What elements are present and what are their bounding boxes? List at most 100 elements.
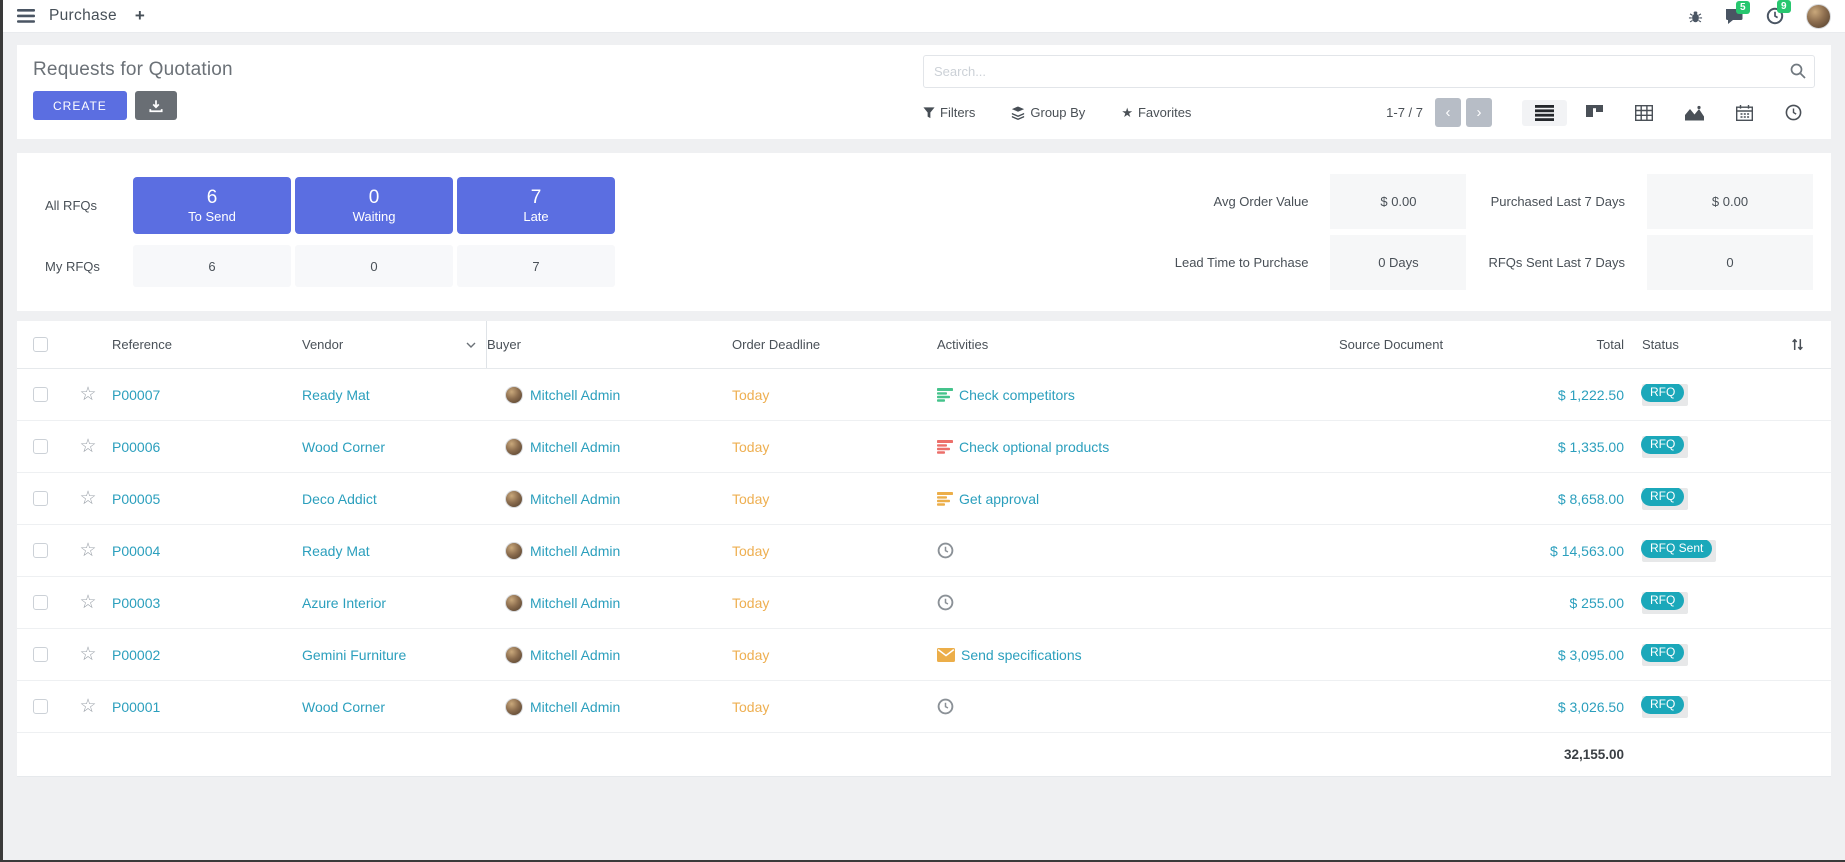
activity-icon[interactable] [937, 698, 954, 715]
favorite-star-icon[interactable]: ☆ [79, 489, 96, 508]
graph-view-icon[interactable] [1672, 100, 1717, 126]
activity-view-icon[interactable] [1772, 99, 1815, 126]
reference-link[interactable]: P00006 [112, 439, 302, 455]
all-to-send-card[interactable]: 6To Send [133, 177, 291, 234]
buyer-cell[interactable]: Mitchell Admin [487, 438, 732, 456]
activity-icon[interactable] [937, 440, 953, 454]
table-row[interactable]: ☆ P00007 Ready Mat Mitchell Admin Today … [17, 369, 1831, 421]
buyer-cell[interactable]: Mitchell Admin [487, 542, 732, 560]
vendor-link[interactable]: Ready Mat [302, 387, 487, 403]
order-deadline[interactable]: Today [732, 647, 937, 663]
favorites-button[interactable]: ★ Favorites [1121, 105, 1191, 121]
buyer-cell[interactable]: Mitchell Admin [487, 386, 732, 404]
my-late-cell[interactable]: 7 [457, 245, 615, 287]
buyer-column-header[interactable]: Buyer [487, 337, 732, 352]
all-waiting-card[interactable]: 0Waiting [295, 177, 453, 234]
pivot-view-icon[interactable] [1622, 100, 1666, 126]
order-deadline[interactable]: Today [732, 543, 937, 559]
vendor-link[interactable]: Deco Addict [302, 491, 487, 507]
hamburger-menu-icon[interactable] [17, 9, 35, 23]
select-all-checkbox[interactable] [33, 337, 48, 352]
activity-icon[interactable] [937, 542, 954, 559]
activity-icon[interactable] [937, 594, 954, 611]
activities-clock-icon[interactable]: 9 [1766, 7, 1784, 25]
search-input[interactable] [923, 55, 1815, 88]
activity-cell[interactable] [937, 698, 1267, 715]
pager-next-button[interactable]: › [1466, 98, 1492, 127]
order-deadline[interactable]: Today [732, 699, 937, 715]
order-deadline[interactable]: Today [732, 491, 937, 507]
vendor-link[interactable]: Gemini Furniture [302, 647, 487, 663]
vendor-link[interactable]: Ready Mat [302, 543, 487, 559]
kanban-view-icon[interactable] [1573, 100, 1616, 126]
activity-cell[interactable]: Send specifications [937, 647, 1267, 663]
table-row[interactable]: ☆ P00002 Gemini Furniture Mitchell Admin… [17, 629, 1831, 681]
source-column-header[interactable]: Source Document [1267, 337, 1522, 352]
reference-link[interactable]: P00007 [112, 387, 302, 403]
buyer-cell[interactable]: Mitchell Admin [487, 646, 732, 664]
total-column-header[interactable]: Total [1522, 337, 1624, 352]
user-avatar[interactable] [1806, 4, 1831, 29]
row-checkbox[interactable] [33, 439, 48, 454]
reference-link[interactable]: P00004 [112, 543, 302, 559]
order-deadline[interactable]: Today [732, 439, 937, 455]
reference-link[interactable]: P00002 [112, 647, 302, 663]
table-row[interactable]: ☆ P00004 Ready Mat Mitchell Admin Today … [17, 525, 1831, 577]
debug-bug-icon[interactable] [1688, 9, 1703, 24]
activity-label[interactable]: Check optional products [959, 439, 1109, 455]
deadline-column-header[interactable]: Order Deadline [732, 337, 937, 352]
my-to-send-cell[interactable]: 6 [133, 245, 291, 287]
row-checkbox[interactable] [33, 647, 48, 662]
vendor-link[interactable]: Wood Corner [302, 439, 487, 455]
new-tab-button[interactable]: + [135, 6, 145, 26]
vendor-column-header[interactable]: Vendor [302, 321, 487, 368]
reference-link[interactable]: P00005 [112, 491, 302, 507]
table-row[interactable]: ☆ P00005 Deco Addict Mitchell Admin Toda… [17, 473, 1831, 525]
activity-cell[interactable]: Check optional products [937, 439, 1267, 455]
pager-previous-button[interactable]: ‹ [1435, 98, 1461, 127]
all-late-card[interactable]: 7Late [457, 177, 615, 234]
table-row[interactable]: ☆ P00003 Azure Interior Mitchell Admin T… [17, 577, 1831, 629]
order-deadline[interactable]: Today [732, 387, 937, 403]
activity-cell[interactable] [937, 594, 1267, 611]
favorite-star-icon[interactable]: ☆ [79, 697, 96, 716]
vendor-link[interactable]: Wood Corner [302, 699, 487, 715]
activity-label[interactable]: Get approval [959, 491, 1039, 507]
activity-cell[interactable] [937, 542, 1267, 559]
row-checkbox[interactable] [33, 491, 48, 506]
activity-label[interactable]: Check competitors [959, 387, 1075, 403]
favorite-star-icon[interactable]: ☆ [79, 385, 96, 404]
activities-column-header[interactable]: Activities [937, 337, 1267, 352]
buyer-cell[interactable]: Mitchell Admin [487, 698, 732, 716]
row-checkbox[interactable] [33, 543, 48, 558]
activity-cell[interactable]: Get approval [937, 491, 1267, 507]
activity-icon[interactable] [937, 492, 953, 506]
calendar-view-icon[interactable] [1723, 100, 1766, 126]
export-button[interactable] [135, 91, 177, 120]
row-checkbox[interactable] [33, 387, 48, 402]
vendor-link[interactable]: Azure Interior [302, 595, 487, 611]
activity-cell[interactable]: Check competitors [937, 387, 1267, 403]
list-view-icon[interactable] [1522, 100, 1567, 126]
buyer-cell[interactable]: Mitchell Admin [487, 490, 732, 508]
status-column-header[interactable]: Status [1624, 337, 1764, 352]
row-checkbox[interactable] [33, 699, 48, 714]
messages-icon[interactable]: 5 [1725, 8, 1744, 25]
group-by-button[interactable]: Group By [1011, 105, 1085, 120]
reference-link[interactable]: P00003 [112, 595, 302, 611]
optional-columns-icon[interactable] [1764, 337, 1831, 352]
favorite-star-icon[interactable]: ☆ [79, 593, 96, 612]
order-deadline[interactable]: Today [732, 595, 937, 611]
my-waiting-cell[interactable]: 0 [295, 245, 453, 287]
row-checkbox[interactable] [33, 595, 48, 610]
activity-label[interactable]: Send specifications [961, 647, 1082, 663]
create-button[interactable]: CREATE [33, 91, 127, 120]
favorite-star-icon[interactable]: ☆ [79, 541, 96, 560]
activity-icon[interactable] [937, 648, 955, 662]
app-name[interactable]: Purchase [49, 7, 117, 25]
table-row[interactable]: ☆ P00001 Wood Corner Mitchell Admin Toda… [17, 681, 1831, 733]
activity-icon[interactable] [937, 388, 953, 402]
table-row[interactable]: ☆ P00006 Wood Corner Mitchell Admin Toda… [17, 421, 1831, 473]
search-icon[interactable] [1790, 63, 1806, 79]
reference-column-header[interactable]: Reference [112, 337, 302, 352]
